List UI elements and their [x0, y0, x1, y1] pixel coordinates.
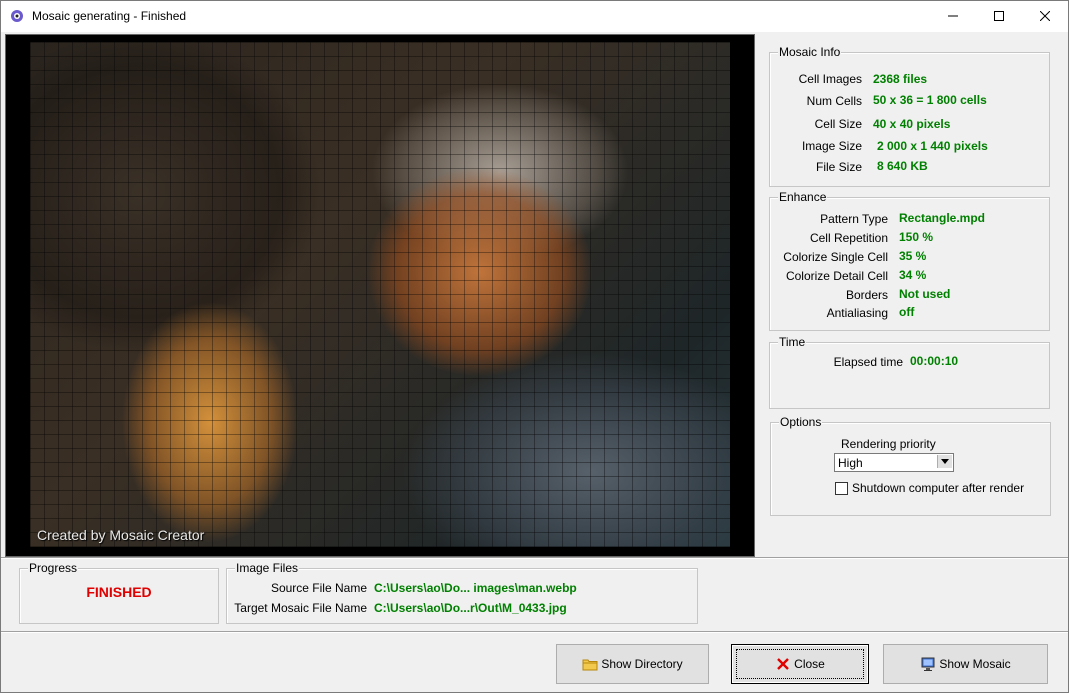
borders-value: Not used [899, 287, 951, 301]
minimize-button[interactable] [930, 1, 976, 32]
pattern-type-label: Pattern Type [820, 212, 888, 226]
target-file-value: C:\Users\ao\Do...r\Out\M_0433.jpg [374, 601, 567, 615]
antialiasing-value: off [899, 305, 915, 319]
divider-top [1, 557, 1068, 558]
enhance-title: Enhance [778, 190, 828, 204]
cell-images-value: 2368 files [873, 72, 928, 86]
image-files-group: Image Files [226, 561, 698, 624]
show-mosaic-button[interactable]: Show Mosaic [883, 644, 1048, 684]
source-file-value: C:\Users\ao\Do... images\man.webp [374, 581, 577, 595]
show-mosaic-label: Show Mosaic [939, 657, 1011, 671]
time-group: Time [769, 335, 1050, 409]
elapsed-time-label: Elapsed time [833, 355, 903, 369]
options-title: Options [779, 415, 823, 429]
cell-size-value: 40 x 40 pixels [873, 117, 951, 131]
num-cells-label: Num Cells [806, 94, 862, 108]
num-cells-value: 50 x 36 = 1 800 cells [873, 93, 987, 107]
rendering-priority-label: Rendering priority [841, 437, 936, 451]
cell-size-label: Cell Size [814, 117, 862, 131]
colorize-single-value: 35 % [899, 249, 927, 263]
elapsed-time-value: 00:00:10 [910, 354, 959, 368]
folder-icon [582, 656, 598, 672]
source-file-label: Source File Name [270, 581, 367, 595]
antialiasing-label: Antialiasing [826, 306, 888, 320]
progress-title: Progress [28, 561, 79, 575]
shutdown-label: Shutdown computer after render [852, 481, 1025, 495]
main-window: Mosaic generating - Finished Created by … [0, 0, 1069, 693]
progress-status: FINISHED [86, 584, 152, 600]
close-label: Close [794, 657, 825, 671]
close-x-icon [775, 656, 791, 672]
mosaic-preview-image: Created by Mosaic Creator [30, 42, 730, 547]
file-size-value: 8 640 KB [877, 159, 928, 173]
divider-bottom [1, 631, 1068, 632]
monitor-icon [920, 656, 936, 672]
minimize-icon [948, 10, 958, 24]
image-files-title: Image Files [235, 561, 300, 575]
rendering-priority-select[interactable]: High [834, 453, 954, 472]
colorize-detail-label: Colorize Detail Cell [785, 269, 888, 283]
mosaic-preview-frame: Created by Mosaic Creator [5, 34, 755, 557]
close-button[interactable]: Close [731, 644, 869, 684]
cell-repetition-value: 150 % [899, 230, 934, 244]
maximize-icon [994, 10, 1004, 24]
target-file-label: Target Mosaic File Name [234, 601, 367, 615]
colorize-detail-value: 34 % [899, 268, 927, 282]
rendering-priority-value: High [838, 456, 863, 470]
close-window-button[interactable] [1022, 1, 1068, 32]
cell-repetition-label: Cell Repetition [809, 231, 888, 245]
cell-images-label: Cell Images [798, 72, 862, 86]
file-size-label: File Size [815, 160, 862, 174]
pattern-type-value: Rectangle.mpd [899, 211, 986, 225]
show-directory-label: Show Directory [601, 657, 683, 671]
window-title: Mosaic generating - Finished [32, 9, 187, 23]
chevron-down-icon[interactable] [937, 455, 952, 468]
title-bar: Mosaic generating - Finished [1, 1, 1068, 32]
shutdown-checkbox[interactable] [835, 482, 848, 495]
preview-watermark: Created by Mosaic Creator [37, 527, 205, 543]
time-title: Time [778, 335, 807, 349]
show-directory-button[interactable]: Show Directory [556, 644, 709, 684]
mosaic-info-title: Mosaic Info [778, 45, 842, 59]
close-window-icon [1039, 10, 1051, 24]
app-icon [9, 8, 25, 24]
borders-label: Borders [845, 288, 888, 302]
colorize-single-label: Colorize Single Cell [783, 250, 888, 264]
image-size-label: Image Size [801, 139, 862, 153]
maximize-button[interactable] [976, 1, 1022, 32]
image-size-value: 2 000 x 1 440 pixels [877, 139, 988, 153]
